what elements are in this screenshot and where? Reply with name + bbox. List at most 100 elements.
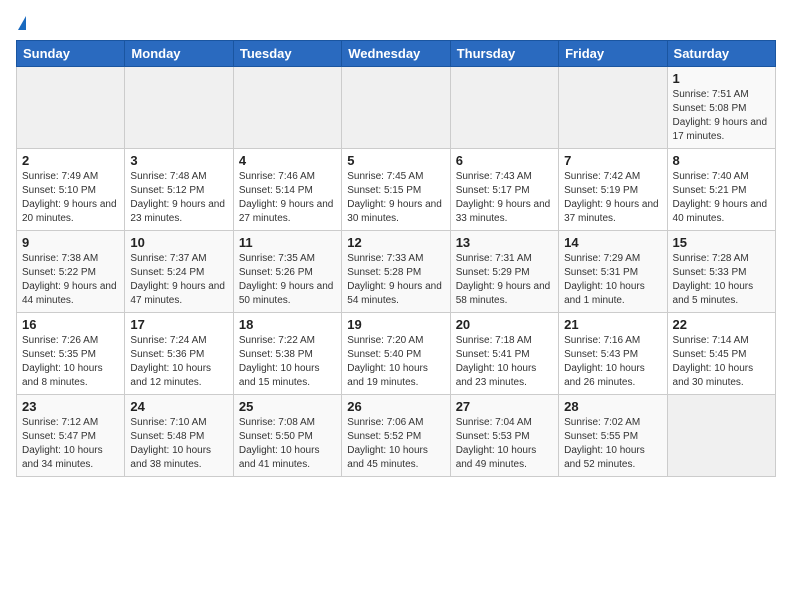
day-info: Sunrise: 7:48 AM Sunset: 5:12 PM Dayligh… — [130, 170, 227, 226]
day-number: 3 — [130, 153, 227, 168]
day-number: 18 — [239, 317, 336, 332]
day-number: 5 — [347, 153, 444, 168]
day-number: 9 — [22, 235, 119, 250]
calendar-cell: 2 Sunrise: 7:49 AM Sunset: 5:10 PM Daylig… — [17, 149, 125, 231]
day-number: 8 — [673, 153, 770, 168]
day-number: 20 — [456, 317, 553, 332]
calendar-cell — [450, 67, 558, 149]
day-number: 19 — [347, 317, 444, 332]
calendar-cell: 22 Sunrise: 7:14 AM Sunset: 5:45 PM Dayli… — [667, 313, 775, 395]
day-number: 21 — [564, 317, 661, 332]
day-number: 1 — [673, 71, 770, 86]
day-number: 7 — [564, 153, 661, 168]
calendar-cell: 14 Sunrise: 7:29 AM Sunset: 5:31 PM Dayli… — [559, 231, 667, 313]
weekday-header: Monday — [125, 41, 233, 67]
calendar-cell: 5 Sunrise: 7:45 AM Sunset: 5:15 PM Daylig… — [342, 149, 450, 231]
day-info: Sunrise: 7:49 AM Sunset: 5:10 PM Dayligh… — [22, 170, 119, 226]
calendar-cell: 28 Sunrise: 7:02 AM Sunset: 5:55 PM Dayli… — [559, 395, 667, 477]
day-info: Sunrise: 7:46 AM Sunset: 5:14 PM Dayligh… — [239, 170, 336, 226]
weekday-header: Wednesday — [342, 41, 450, 67]
day-number: 6 — [456, 153, 553, 168]
calendar-week-row: 1Sunrise: 7:51 AM Sunset: 5:08 PM Daylig… — [17, 67, 776, 149]
calendar-table: SundayMondayTuesdayWednesdayThursdayFrid… — [16, 40, 776, 477]
calendar-cell: 19 Sunrise: 7:20 AM Sunset: 5:40 PM Dayli… — [342, 313, 450, 395]
day-info: Sunrise: 7:08 AM Sunset: 5:50 PM Dayligh… — [239, 416, 336, 472]
calendar-cell — [17, 67, 125, 149]
day-number: 28 — [564, 399, 661, 414]
day-info: Sunrise: 7:43 AM Sunset: 5:17 PM Dayligh… — [456, 170, 553, 226]
calendar-cell: 4Sunrise: 7:46 AM Sunset: 5:14 PM Daylig… — [233, 149, 341, 231]
day-info: Sunrise: 7:10 AM Sunset: 5:48 PM Dayligh… — [130, 416, 227, 472]
day-number: 25 — [239, 399, 336, 414]
weekday-header: Friday — [559, 41, 667, 67]
day-info: Sunrise: 7:12 AM Sunset: 5:47 PM Dayligh… — [22, 416, 119, 472]
day-info: Sunrise: 7:42 AM Sunset: 5:19 PM Dayligh… — [564, 170, 661, 226]
day-number: 11 — [239, 235, 336, 250]
day-number: 15 — [673, 235, 770, 250]
calendar-cell: 7 Sunrise: 7:42 AM Sunset: 5:19 PM Daylig… — [559, 149, 667, 231]
day-number: 16 — [22, 317, 119, 332]
calendar-cell — [559, 67, 667, 149]
day-info: Sunrise: 7:26 AM Sunset: 5:35 PM Dayligh… — [22, 334, 119, 390]
weekday-header: Thursday — [450, 41, 558, 67]
day-info: Sunrise: 7:28 AM Sunset: 5:33 PM Dayligh… — [673, 252, 770, 308]
logo-triangle-icon — [18, 16, 26, 30]
calendar-cell: 23 Sunrise: 7:12 AM Sunset: 5:47 PM Dayli… — [17, 395, 125, 477]
calendar-cell: 18 Sunrise: 7:22 AM Sunset: 5:38 PM Dayli… — [233, 313, 341, 395]
day-info: Sunrise: 7:20 AM Sunset: 5:40 PM Dayligh… — [347, 334, 444, 390]
calendar-cell: 17 Sunrise: 7:24 AM Sunset: 5:36 PM Dayli… — [125, 313, 233, 395]
logo — [16, 16, 26, 30]
calendar-week-row: 16 Sunrise: 7:26 AM Sunset: 5:35 PM Dayli… — [17, 313, 776, 395]
day-info: Sunrise: 7:22 AM Sunset: 5:38 PM Dayligh… — [239, 334, 336, 390]
calendar-cell: 26 Sunrise: 7:06 AM Sunset: 5:52 PM Dayli… — [342, 395, 450, 477]
day-info: Sunrise: 7:29 AM Sunset: 5:31 PM Dayligh… — [564, 252, 661, 308]
calendar-cell — [125, 67, 233, 149]
day-number: 27 — [456, 399, 553, 414]
day-number: 17 — [130, 317, 227, 332]
day-info: Sunrise: 7:40 AM Sunset: 5:21 PM Dayligh… — [673, 170, 770, 226]
calendar-cell — [667, 395, 775, 477]
day-info: Sunrise: 7:04 AM Sunset: 5:53 PM Dayligh… — [456, 416, 553, 472]
day-info: Sunrise: 7:14 AM Sunset: 5:45 PM Dayligh… — [673, 334, 770, 390]
calendar-cell: 10Sunrise: 7:37 AM Sunset: 5:24 PM Dayli… — [125, 231, 233, 313]
day-info: Sunrise: 7:45 AM Sunset: 5:15 PM Dayligh… — [347, 170, 444, 226]
day-info: Sunrise: 7:31 AM Sunset: 5:29 PM Dayligh… — [456, 252, 553, 308]
calendar-cell: 13 Sunrise: 7:31 AM Sunset: 5:29 PM Dayli… — [450, 231, 558, 313]
calendar-cell: 11 Sunrise: 7:35 AM Sunset: 5:26 PM Dayli… — [233, 231, 341, 313]
day-number: 23 — [22, 399, 119, 414]
weekday-header: Tuesday — [233, 41, 341, 67]
calendar-cell: 6 Sunrise: 7:43 AM Sunset: 5:17 PM Daylig… — [450, 149, 558, 231]
day-info: Sunrise: 7:02 AM Sunset: 5:55 PM Dayligh… — [564, 416, 661, 472]
day-number: 24 — [130, 399, 227, 414]
day-info: Sunrise: 7:38 AM Sunset: 5:22 PM Dayligh… — [22, 252, 119, 308]
day-info: Sunrise: 7:16 AM Sunset: 5:43 PM Dayligh… — [564, 334, 661, 390]
day-number: 12 — [347, 235, 444, 250]
day-number: 26 — [347, 399, 444, 414]
day-number: 22 — [673, 317, 770, 332]
day-info: Sunrise: 7:35 AM Sunset: 5:26 PM Dayligh… — [239, 252, 336, 308]
page-header — [16, 16, 776, 30]
day-info: Sunrise: 7:06 AM Sunset: 5:52 PM Dayligh… — [347, 416, 444, 472]
calendar-cell: 24 Sunrise: 7:10 AM Sunset: 5:48 PM Dayli… — [125, 395, 233, 477]
calendar-cell: 1Sunrise: 7:51 AM Sunset: 5:08 PM Daylig… — [667, 67, 775, 149]
day-number: 13 — [456, 235, 553, 250]
calendar-cell: 9 Sunrise: 7:38 AM Sunset: 5:22 PM Daylig… — [17, 231, 125, 313]
day-info: Sunrise: 7:33 AM Sunset: 5:28 PM Dayligh… — [347, 252, 444, 308]
calendar-cell — [233, 67, 341, 149]
calendar-cell: 25 Sunrise: 7:08 AM Sunset: 5:50 PM Dayli… — [233, 395, 341, 477]
day-number: 14 — [564, 235, 661, 250]
calendar-cell: 12 Sunrise: 7:33 AM Sunset: 5:28 PM Dayli… — [342, 231, 450, 313]
calendar-cell: 21 Sunrise: 7:16 AM Sunset: 5:43 PM Dayli… — [559, 313, 667, 395]
weekday-header: Sunday — [17, 41, 125, 67]
day-number: 2 — [22, 153, 119, 168]
calendar-cell: 8 Sunrise: 7:40 AM Sunset: 5:21 PM Daylig… — [667, 149, 775, 231]
calendar-cell — [342, 67, 450, 149]
day-info: Sunrise: 7:37 AM Sunset: 5:24 PM Dayligh… — [130, 252, 227, 308]
calendar-cell: 3 Sunrise: 7:48 AM Sunset: 5:12 PM Daylig… — [125, 149, 233, 231]
calendar-cell: 20Sunrise: 7:18 AM Sunset: 5:41 PM Dayli… — [450, 313, 558, 395]
day-info: Sunrise: 7:24 AM Sunset: 5:36 PM Dayligh… — [130, 334, 227, 390]
calendar-week-row: 23 Sunrise: 7:12 AM Sunset: 5:47 PM Dayli… — [17, 395, 776, 477]
calendar-cell: 27 Sunrise: 7:04 AM Sunset: 5:53 PM Dayli… — [450, 395, 558, 477]
calendar-cell: 15 Sunrise: 7:28 AM Sunset: 5:33 PM Dayli… — [667, 231, 775, 313]
weekday-header: Saturday — [667, 41, 775, 67]
